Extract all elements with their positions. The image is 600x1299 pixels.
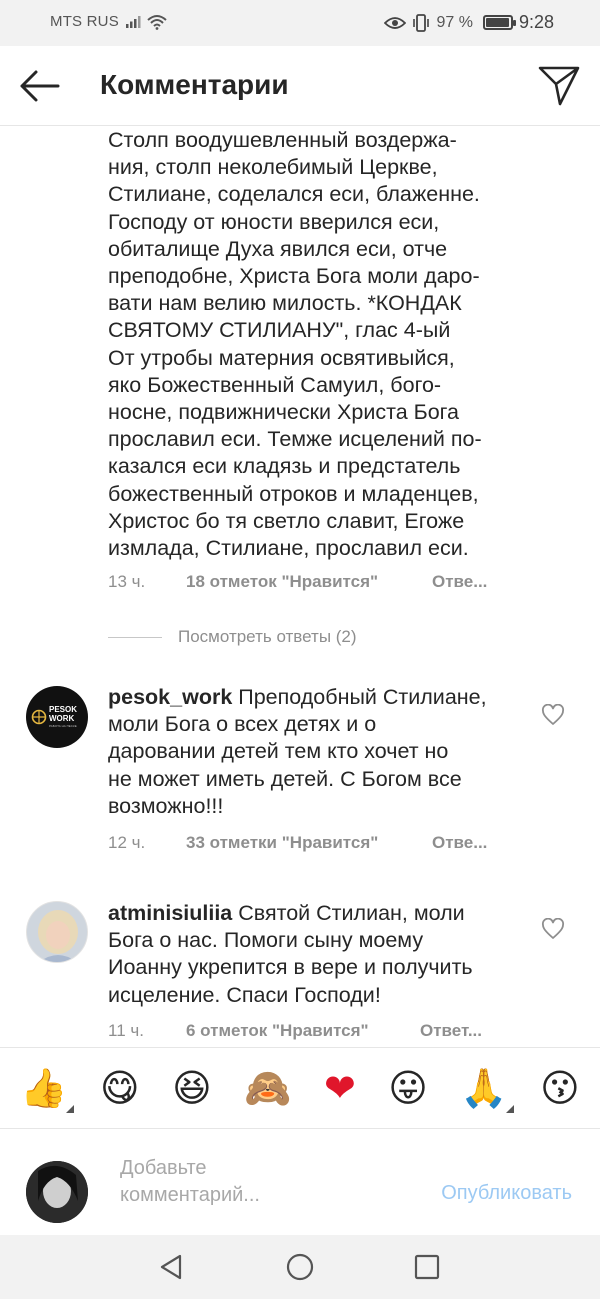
emoji-heart[interactable]: ❤ bbox=[324, 1069, 356, 1107]
like-heart-icon[interactable] bbox=[541, 918, 565, 940]
user-photo-icon bbox=[27, 902, 87, 962]
reply-button[interactable]: Отве... bbox=[432, 833, 487, 853]
comment-time: 11 ч. bbox=[108, 1021, 144, 1040]
square-recents-icon[interactable] bbox=[412, 1252, 442, 1282]
battery-fill bbox=[485, 18, 510, 27]
status-bar: MTS RUS 97 % 9:28 bbox=[0, 0, 600, 46]
comment-text: pesok_work Преподобный Стилиане, моли Бо… bbox=[108, 684, 558, 820]
publish-button[interactable]: Опубликовать bbox=[441, 1182, 572, 1205]
emoji-thumbs-up[interactable]: 👍 bbox=[20, 1066, 74, 1113]
emoji-glyph: 👍 bbox=[20, 1066, 68, 1110]
view-replies-button[interactable]: Посмотреть ответы (2) bbox=[108, 627, 357, 647]
like-heart-icon[interactable] bbox=[541, 704, 565, 726]
emoji-glyph: 😗 bbox=[540, 1066, 580, 1110]
emoji-pray[interactable]: 🙏 bbox=[460, 1066, 514, 1113]
comment-time: 12 ч. bbox=[108, 833, 146, 852]
reply-button[interactable]: Ответ... bbox=[420, 1021, 482, 1041]
view-replies-label: Посмотреть ответы (2) bbox=[178, 627, 357, 646]
avatar-pesok-work[interactable]: PESOK WORK РАБОТА НА ПЕСКЕ bbox=[26, 686, 88, 748]
pesok-logo-icon: PESOK WORK РАБОТА НА ПЕСКЕ bbox=[31, 705, 77, 728]
comment-meta: 12 ч. 33 отметки "Нравится" Отве... bbox=[108, 833, 487, 853]
reply-button[interactable]: Отве... bbox=[432, 572, 487, 592]
emoji-tongue[interactable]: 😛 bbox=[388, 1069, 428, 1107]
comment-meta: 11 ч. 6 отметок "Нравится" Ответ... bbox=[108, 1021, 482, 1041]
avatar-atminisiuliia[interactable] bbox=[26, 901, 88, 963]
divider-line bbox=[108, 636, 162, 638]
comment-text: atminisiuliia Святой Стилиан, моли Бога … bbox=[108, 900, 558, 1009]
comment-username[interactable]: atminisiuliia bbox=[108, 901, 232, 925]
battery-percent: 97 % bbox=[436, 13, 473, 31]
emoji-yum[interactable]: 😋 bbox=[100, 1069, 140, 1107]
comment-text: Столп воодушевленный воздержа- ния, стол… bbox=[108, 128, 482, 561]
corner-marker bbox=[505, 1105, 514, 1113]
paper-plane-icon[interactable] bbox=[536, 62, 582, 108]
emoji-bar: 👍 😋 😆 🙈 ❤ 😛 🙏 😗 bbox=[0, 1047, 600, 1129]
emoji-glyph: 🙏 bbox=[460, 1066, 508, 1110]
emoji-glyph: 😆 bbox=[172, 1066, 212, 1110]
carrier-label: MTS RUS bbox=[50, 13, 119, 30]
eye-icon bbox=[384, 16, 407, 29]
comment-time: 13 ч. bbox=[108, 572, 146, 591]
emoji-kissing[interactable]: 😗 bbox=[540, 1069, 580, 1107]
svg-text:WORK: WORK bbox=[49, 714, 75, 723]
page-title: Комментарии bbox=[100, 69, 289, 100]
arrow-left-icon[interactable] bbox=[14, 64, 64, 108]
comments-list[interactable]: Столп воодушевленный воздержа- ния, стол… bbox=[0, 127, 600, 1047]
comment-likes[interactable]: 33 отметки "Нравится" bbox=[186, 833, 432, 853]
status-left: MTS RUS bbox=[50, 13, 167, 30]
comment-composer: Добавьте комментарий... Опубликовать bbox=[0, 1129, 600, 1235]
status-right: 97 % 9:28 bbox=[384, 12, 554, 33]
signal-icon bbox=[125, 15, 141, 28]
emoji-glyph: 😛 bbox=[388, 1066, 428, 1110]
navigation-bar bbox=[0, 1235, 600, 1299]
comment-likes[interactable]: 18 отметок "Нравится" bbox=[186, 572, 432, 592]
clock: 9:28 bbox=[518, 12, 554, 32]
emoji-see-no-evil[interactable]: 🙈 bbox=[244, 1069, 291, 1107]
emoji-glyph: ❤ bbox=[323, 1066, 356, 1110]
comment-input[interactable]: Добавьте комментарий... bbox=[120, 1155, 390, 1209]
comment-meta: 13 ч. 18 отметок "Нравится" Отве... bbox=[108, 572, 487, 592]
circle-home-icon[interactable] bbox=[285, 1252, 315, 1282]
emoji-glyph: 😋 bbox=[100, 1066, 140, 1110]
vibrate-icon bbox=[413, 13, 430, 32]
battery-icon bbox=[482, 15, 516, 30]
user-photo-icon bbox=[26, 1161, 88, 1223]
my-avatar bbox=[26, 1161, 88, 1223]
emoji-glyph: 🙈 bbox=[244, 1066, 292, 1110]
comment-username[interactable]: pesok_work bbox=[108, 685, 232, 709]
emoji-laughing[interactable]: 😆 bbox=[172, 1069, 212, 1107]
comment-likes[interactable]: 6 отметок "Нравится" bbox=[186, 1021, 420, 1041]
corner-marker bbox=[65, 1105, 74, 1113]
svg-text:PESOK: PESOK bbox=[49, 705, 77, 714]
header: Комментарии bbox=[0, 46, 600, 126]
svg-text:РАБОТА НА ПЕСКЕ: РАБОТА НА ПЕСКЕ bbox=[49, 724, 77, 728]
triangle-back-icon[interactable] bbox=[156, 1252, 186, 1282]
wifi-icon bbox=[147, 14, 167, 30]
